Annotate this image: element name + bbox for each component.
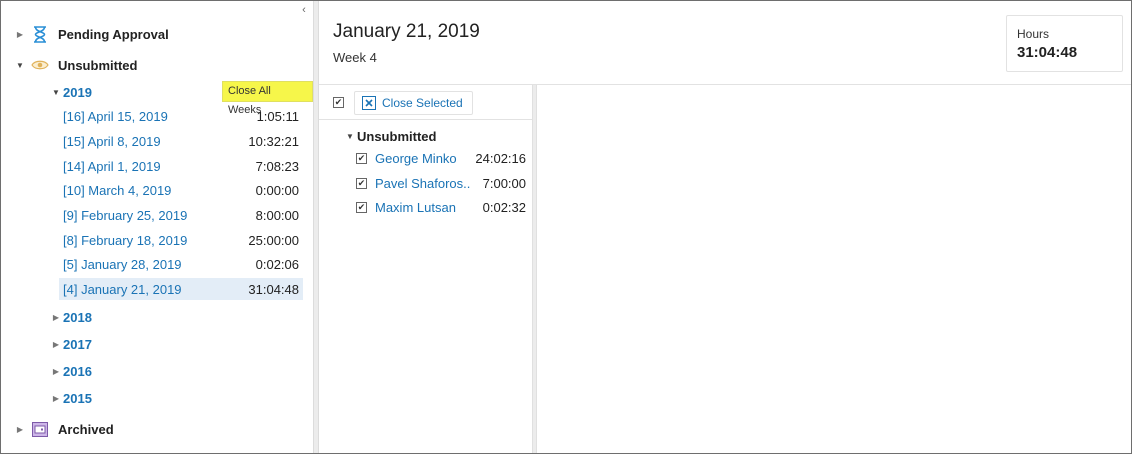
tree-node-pending-approval[interactable]: ▶ Pending Approval — [15, 24, 169, 44]
tree-node-unsubmitted[interactable]: ▼ Unsubmitted — [15, 55, 137, 75]
user-row[interactable]: ✔ George Minko 24:02:16 — [356, 147, 526, 169]
year-label[interactable]: 2019 — [63, 85, 92, 100]
week-hours: 10:32:21 — [248, 133, 299, 149]
week-hours: 0:00:00 — [255, 182, 299, 198]
week-hours: 8:00:00 — [255, 207, 299, 223]
tree-node-label: Archived — [58, 421, 114, 437]
tree-node-year-2017[interactable]: ▶ 2017 — [51, 334, 92, 354]
select-all-checkbox[interactable]: ✔ — [333, 97, 344, 108]
users-pane: ✔ Close Selected ▼ Unsubmitted ✔ George … — [319, 85, 532, 453]
caret-down-icon[interactable]: ▼ — [15, 61, 25, 70]
year-label[interactable]: 2018 — [63, 310, 92, 325]
user-hours: 7:00:00 — [482, 175, 526, 191]
week-row[interactable]: [15] April 8, 2019 10:32:21 — [59, 130, 303, 152]
hours-label: Hours — [1017, 27, 1050, 41]
close-all-weeks-button[interactable]: Close All Weeks — [222, 81, 313, 116]
tree-node-archived[interactable]: ▶ Archived — [15, 419, 114, 439]
week-link[interactable]: [9] February 25, 2019 — [63, 208, 187, 223]
close-selected-label: Close Selected — [382, 96, 463, 110]
tree-node-year-2016[interactable]: ▶ 2016 — [51, 361, 92, 381]
hours-summary-box: Hours 31:04:48 — [1006, 15, 1123, 72]
tree-node-year-2018[interactable]: ▶ 2018 — [51, 307, 92, 327]
archive-icon — [31, 420, 49, 438]
page-title: January 21, 2019 — [333, 21, 480, 42]
tree-node-label: Unsubmitted — [58, 57, 138, 73]
user-checkbox[interactable]: ✔ — [356, 177, 367, 189]
user-link[interactable]: George Minko — [375, 151, 471, 166]
week-link[interactable]: [10] March 4, 2019 — [63, 183, 171, 198]
week-hours: 1:05:11 — [256, 108, 299, 124]
week-row[interactable]: [14] April 1, 2019 7:08:23 — [59, 155, 303, 177]
week-hours: 31:04:48 — [248, 281, 299, 297]
users-toolbar: ✔ Close Selected — [319, 85, 532, 120]
tree-node-year-2019[interactable]: ▼ 2019 — [51, 82, 92, 102]
week-header: January 21, 2019 Week 4 Hours 31:04:48 — [319, 1, 1131, 85]
user-hours: 0:02:32 — [482, 199, 526, 215]
group-node-unsubmitted[interactable]: ▼ Unsubmitted — [345, 127, 436, 145]
week-tree-pane: ‹ ▶ Pending Approval ▼ Unsubmitted ▼ 201… — [1, 1, 313, 453]
week-subtitle: Week 4 — [333, 50, 377, 65]
collapse-pane-chevron-left-icon[interactable]: ‹ — [298, 3, 310, 17]
user-row[interactable]: ✔ Pavel Shaforos... 7:00:00 — [356, 172, 526, 194]
week-link[interactable]: [15] April 8, 2019 — [63, 134, 161, 149]
app-frame: ‹ ▶ Pending Approval ▼ Unsubmitted ▼ 201… — [0, 0, 1132, 454]
user-link[interactable]: Pavel Shaforos... — [375, 176, 471, 191]
close-x-icon — [362, 96, 376, 110]
tree-node-year-2015[interactable]: ▶ 2015 — [51, 388, 92, 408]
timesheet-detail-pane — [537, 85, 1131, 453]
user-hours: 24:02:16 — [475, 150, 526, 166]
year-label[interactable]: 2016 — [63, 364, 92, 379]
week-link[interactable]: [8] February 18, 2019 — [63, 233, 187, 248]
year-label[interactable]: 2017 — [63, 337, 92, 352]
week-hours: 25:00:00 — [248, 232, 299, 248]
week-row[interactable]: [8] February 18, 2019 25:00:00 — [59, 229, 303, 251]
caret-down-icon[interactable]: ▼ — [345, 132, 355, 141]
group-label: Unsubmitted — [357, 128, 437, 144]
week-row-selected[interactable]: [4] January 21, 2019 31:04:48 — [59, 278, 303, 300]
caret-right-icon[interactable]: ▶ — [51, 313, 61, 322]
week-row[interactable]: [5] January 28, 2019 0:02:06 — [59, 253, 303, 275]
caret-down-icon[interactable]: ▼ — [51, 88, 61, 97]
user-checkbox[interactable]: ✔ — [356, 152, 367, 164]
hourglass-icon — [31, 25, 49, 43]
user-checkbox[interactable]: ✔ — [356, 201, 367, 213]
caret-right-icon[interactable]: ▶ — [15, 425, 25, 434]
year-label[interactable]: 2015 — [63, 391, 92, 406]
hours-value: 31:04:48 — [1017, 44, 1078, 61]
week-link[interactable]: [4] January 21, 2019 — [63, 282, 182, 297]
close-selected-button[interactable]: Close Selected — [354, 91, 473, 115]
week-row[interactable]: [10] March 4, 2019 0:00:00 — [59, 179, 303, 201]
week-row[interactable]: [9] February 25, 2019 8:00:00 — [59, 204, 303, 226]
week-link[interactable]: [14] April 1, 2019 — [63, 159, 161, 174]
caret-right-icon[interactable]: ▶ — [15, 30, 25, 39]
user-link[interactable]: Maxim Lutsan — [375, 200, 471, 215]
caret-right-icon[interactable]: ▶ — [51, 340, 61, 349]
week-link[interactable]: [5] January 28, 2019 — [63, 257, 182, 272]
week-hours: 0:02:06 — [255, 256, 299, 272]
week-link[interactable]: [16] April 15, 2019 — [63, 109, 168, 124]
caret-right-icon[interactable]: ▶ — [51, 367, 61, 376]
eye-icon — [31, 56, 49, 74]
week-row[interactable]: [16] April 15, 2019 1:05:11 — [59, 105, 303, 127]
week-detail-area: January 21, 2019 Week 4 Hours 31:04:48 ✔… — [319, 1, 1131, 453]
tree-node-label: Pending Approval — [58, 26, 169, 42]
user-row[interactable]: ✔ Maxim Lutsan 0:02:32 — [356, 196, 526, 218]
week-hours: 7:08:23 — [255, 158, 299, 174]
caret-right-icon[interactable]: ▶ — [51, 394, 61, 403]
